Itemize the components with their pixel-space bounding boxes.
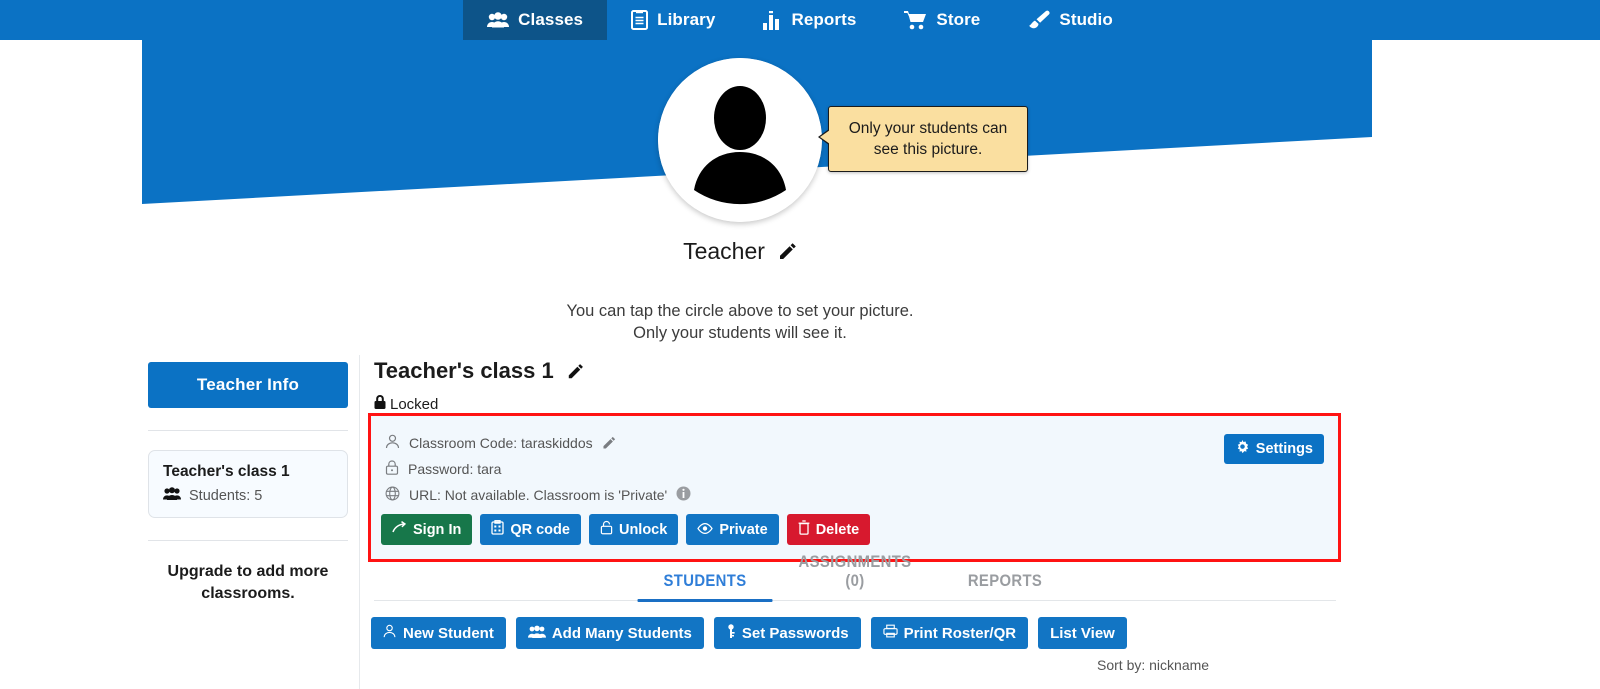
classroom-info-panel: Classroom Code: taraskiddos Password: ta… <box>371 416 1338 559</box>
app-page: Classes Library Reports Store Studio Onl… <box>0 0 1600 689</box>
nav-label-store: Store <box>936 10 981 29</box>
nav-label-classes: Classes <box>518 10 584 29</box>
padlock-icon <box>385 460 399 478</box>
classroom-code-row: Classroom Code: taraskiddos <box>385 430 1338 456</box>
add-many-students-button[interactable]: Add Many Students <box>515 617 704 649</box>
classroom-password-row: Password: tara <box>385 456 1338 482</box>
tab-reports[interactable]: REPORTS <box>938 572 1073 600</box>
classroom-action-buttons: Sign In QR code Unlock Private Delete <box>381 514 871 545</box>
bar-chart-icon <box>763 10 782 30</box>
shopping-cart-icon <box>904 10 927 30</box>
avatar-help-text: You can tap the circle above to set your… <box>0 300 1480 344</box>
top-navigation: Classes Library Reports Store Studio <box>0 0 1600 40</box>
sidebar: Teacher Info Teacher's class 1 Students:… <box>148 362 348 605</box>
sidebar-students-count: Students: 5 <box>189 487 263 504</box>
edit-pencil-icon[interactable] <box>778 242 797 261</box>
qr-code-label: QR code <box>510 521 570 538</box>
classroom-info-highlight: Classroom Code: taraskiddos Password: ta… <box>368 413 1341 562</box>
nav-label-studio: Studio <box>1059 10 1113 29</box>
teacher-name: Teacher <box>683 238 765 264</box>
class-title: Teacher's class 1 <box>374 358 554 383</box>
sidebar-divider-bottom <box>148 540 348 541</box>
tab-students[interactable]: STUDENTS <box>637 572 773 602</box>
sign-in-label: Sign In <box>413 521 462 538</box>
private-label: Private <box>719 521 768 538</box>
sidebar-class-students: Students: 5 <box>163 487 333 504</box>
unlock-button[interactable]: Unlock <box>588 514 679 545</box>
classroom-password-text: Password: tara <box>408 461 502 477</box>
padlock-closed-icon <box>374 395 386 413</box>
private-button[interactable]: Private <box>686 514 779 545</box>
content-tabs: STUDENTS ASSIGNMENTS (0) REPORTS <box>374 553 1336 602</box>
sign-in-button[interactable]: Sign In <box>381 514 473 545</box>
edit-pencil-icon[interactable] <box>602 436 616 450</box>
people-icon <box>487 12 510 28</box>
gear-icon <box>1235 439 1250 459</box>
edit-pencil-icon[interactable] <box>567 363 584 380</box>
unlock-label: Unlock <box>618 521 668 538</box>
add-many-students-label: Add Many Students <box>551 624 692 642</box>
avatar-help-line-2: Only your students will see it. <box>633 324 847 342</box>
nav-label-reports: Reports <box>791 10 857 29</box>
classroom-url-row: URL: Not available. Classroom is 'Privat… <box>385 482 1338 508</box>
new-student-button[interactable]: New Student <box>371 617 506 649</box>
settings-button[interactable]: Settings <box>1223 434 1324 464</box>
nav-item-studio[interactable]: Studio <box>1004 0 1136 40</box>
set-passwords-button[interactable]: Set Passwords <box>713 617 861 649</box>
delete-button[interactable]: Delete <box>786 514 871 545</box>
sort-by-label: Sort by: nickname <box>1097 657 1210 673</box>
avatar[interactable] <box>658 58 822 222</box>
avatar-privacy-tooltip: Only your students can see this picture. <box>818 106 1028 172</box>
teacher-info-button[interactable]: Teacher Info <box>148 362 348 408</box>
person-icon <box>385 434 400 452</box>
sign-in-icon <box>392 520 407 538</box>
classroom-url-text: URL: Not available. Classroom is 'Privat… <box>409 487 668 503</box>
list-view-button[interactable]: List View <box>1038 617 1127 649</box>
student-action-bar: New Student Add Many Students Set Passwo… <box>371 617 1127 649</box>
upgrade-notice: Upgrade to add more classrooms. <box>167 563 329 602</box>
paintbrush-icon <box>1028 10 1050 30</box>
content-divider <box>359 355 360 689</box>
tab-assignments[interactable]: ASSIGNMENTS (0) <box>788 553 923 600</box>
nav-item-classes[interactable]: Classes <box>463 0 608 40</box>
padlock-open-icon <box>600 520 613 539</box>
classroom-code-text: Classroom Code: taraskiddos <box>409 435 593 451</box>
set-passwords-label: Set Passwords <box>741 624 849 642</box>
locked-status: Locked <box>374 395 1340 413</box>
people-icon <box>163 487 181 504</box>
class-title-row: Teacher's class 1 <box>374 358 1340 384</box>
qr-code-button[interactable]: QR code <box>480 514 581 545</box>
person-add-icon <box>383 624 397 642</box>
print-roster-label: Print Roster/QR <box>903 624 1017 642</box>
settings-label: Settings <box>1255 441 1313 457</box>
globe-icon <box>385 486 400 504</box>
print-roster-button[interactable]: Print Roster/QR <box>870 617 1029 649</box>
avatar-help-line-1: You can tap the circle above to set your… <box>566 302 914 320</box>
sidebar-class-name: Teacher's class 1 <box>163 463 290 480</box>
list-view-label: List View <box>1050 624 1115 642</box>
nav-label-library: Library <box>657 10 716 29</box>
info-icon[interactable] <box>676 486 691 504</box>
locked-label: Locked <box>390 395 439 413</box>
printer-icon <box>882 624 898 642</box>
nav-item-library[interactable]: Library <box>607 0 739 40</box>
new-student-label: New Student <box>403 624 494 642</box>
qr-clipboard-icon <box>491 520 504 539</box>
key-icon <box>726 623 736 643</box>
sidebar-divider-top <box>148 430 348 431</box>
nav-item-reports[interactable]: Reports <box>739 0 880 40</box>
delete-label: Delete <box>815 521 860 538</box>
sidebar-class-card[interactable]: Teacher's class 1 Students: 5 <box>148 450 348 518</box>
book-icon <box>631 10 649 30</box>
teacher-name-row: Teacher <box>0 238 1480 265</box>
people-add-icon <box>527 625 546 642</box>
eye-icon <box>697 522 714 538</box>
main-column: Teacher's class 1 Locked <box>374 358 1340 413</box>
trash-icon <box>798 520 810 539</box>
nav-item-store[interactable]: Store <box>880 0 1004 40</box>
